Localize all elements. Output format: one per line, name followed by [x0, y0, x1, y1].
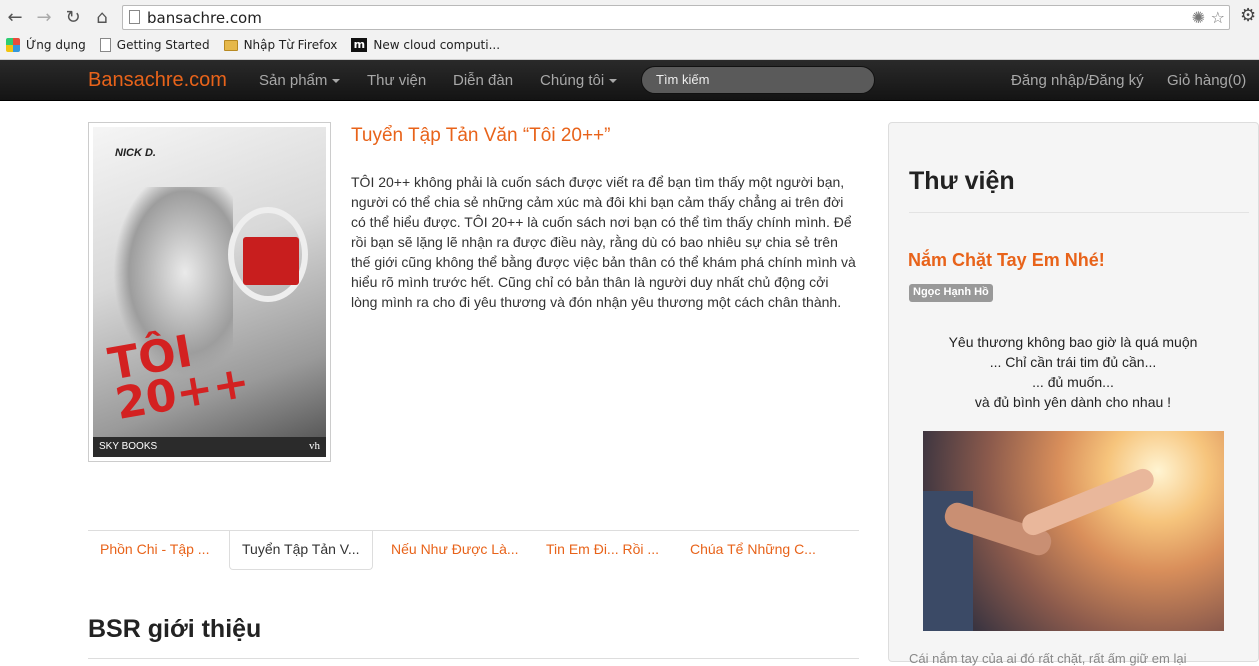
back-icon[interactable]: ←: [4, 6, 26, 28]
tab-book-3[interactable]: Nếu Như Được Là...: [379, 531, 531, 569]
cover-bus-art: [243, 237, 299, 285]
holding-hands-image[interactable]: [923, 431, 1224, 631]
image-arm-art: [1018, 465, 1158, 539]
bookmark-getting-started[interactable]: Getting Started: [99, 38, 210, 52]
caret-down-icon: [609, 79, 618, 84]
settings-gear-icon[interactable]: ⚙: [1240, 5, 1256, 26]
sidebar-library: Thư viện Nắm Chặt Tay Em Nhé! Ngọc Hạnh …: [888, 122, 1259, 666]
tab-book-2-active[interactable]: Tuyển Tập Tản V...: [229, 531, 373, 570]
sidebar-title: Thư viện: [909, 167, 1015, 195]
book-cover[interactable]: NICK D. TÔI 20++ SKY BOOKS vh: [88, 122, 331, 462]
tab-book-5[interactable]: Chúa Tể Những C...: [678, 531, 828, 569]
url-text: bansachre.com: [147, 9, 262, 27]
bookmark-star-icon[interactable]: ☆: [1211, 8, 1225, 27]
sidebar-post-title[interactable]: Nắm Chặt Tay Em Nhé!: [908, 250, 1105, 271]
nav-label: Chúng tôi: [540, 72, 605, 89]
book-description: TÔI 20++ không phải là cuốn sách được vi…: [351, 174, 856, 310]
poem-line: ... Chỉ cần trái tim đủ cần...: [989, 354, 1157, 370]
section-title: BSR giới thiệu: [88, 615, 262, 643]
extension-icon[interactable]: ✺: [1192, 8, 1205, 27]
site-navbar: Bansachre.com Sản phẩm Thư viện Diễn đàn…: [0, 60, 1259, 101]
m-logo-icon: m: [351, 38, 368, 52]
nav-products[interactable]: Sản phẩm: [259, 72, 341, 89]
bookmark-apps[interactable]: Ứng dụng: [6, 38, 86, 52]
caret-down-icon: [332, 79, 341, 84]
cover-image: NICK D. TÔI 20++ SKY BOOKS vh: [93, 127, 326, 457]
apps-grid-icon: [6, 38, 20, 52]
book-tabs: Phồn Chi - Tập ... Tuyển Tập Tản V... Nế…: [88, 530, 859, 570]
sidebar-divider: [909, 212, 1249, 213]
nav-forum[interactable]: Diễn đàn: [453, 72, 513, 89]
bookmark-firefox-import[interactable]: Nhập Từ Firefox: [223, 38, 338, 52]
tab-book-4[interactable]: Tin Em Đi... Rồi ...: [534, 531, 671, 569]
nav-library[interactable]: Thư viện: [367, 72, 426, 89]
nav-login[interactable]: Đăng nhập/Đăng ký: [1011, 72, 1144, 89]
cover-author: NICK D.: [115, 147, 156, 159]
bookmark-label: Nhập Từ Firefox: [243, 38, 338, 52]
cover-publisher: SKY BOOKS vh: [93, 437, 326, 457]
address-bar[interactable]: bansachre.com ✺ ☆: [122, 5, 1230, 30]
brand-logo[interactable]: Bansachre.com: [88, 69, 227, 92]
reload-icon[interactable]: ↻: [62, 6, 84, 28]
book-title[interactable]: Tuyển Tập Tản Văn “Tôi 20++”: [351, 125, 610, 147]
page-icon: [129, 10, 140, 24]
home-icon[interactable]: ⌂: [91, 6, 113, 28]
forward-icon[interactable]: →: [33, 6, 55, 28]
folder-icon: [223, 39, 238, 51]
browser-chrome: ← → ↻ ⌂ bansachre.com ✺ ☆ ⚙ Ứng dụng Get…: [0, 0, 1259, 60]
bookmark-label: Ứng dụng: [26, 38, 86, 52]
publisher-label: SKY BOOKS: [99, 441, 158, 452]
poem-line: ... đủ muốn...: [1032, 374, 1114, 390]
nav-label: Sản phẩm: [259, 72, 328, 89]
tab-book-1[interactable]: Phồn Chi - Tập ...: [88, 531, 221, 569]
bookmark-label: Getting Started: [116, 38, 210, 52]
poem-line: và đủ bình yên dành cho nhau !: [974, 394, 1172, 410]
publisher-logo: vh: [309, 440, 320, 452]
nav-cart[interactable]: Giỏ hàng(0): [1167, 72, 1246, 89]
bookmark-cloud-computing[interactable]: m New cloud computi...: [351, 38, 500, 52]
sidebar-poem: Yêu thương không bao giờ là quá muộn ...…: [909, 332, 1237, 412]
nav-about[interactable]: Chúng tôi: [540, 72, 618, 89]
author-badge[interactable]: Ngọc Hạnh Hồ: [909, 284, 993, 302]
bookmark-label: New cloud computi...: [373, 38, 501, 52]
search-input[interactable]: Tìm kiếm: [641, 66, 875, 94]
page-icon: [99, 38, 111, 52]
bookmarks-bar: Ứng dụng Getting Started Nhập Từ Firefox…: [0, 34, 1259, 56]
poem-line: Yêu thương không bao giờ là quá muộn: [948, 334, 1198, 350]
